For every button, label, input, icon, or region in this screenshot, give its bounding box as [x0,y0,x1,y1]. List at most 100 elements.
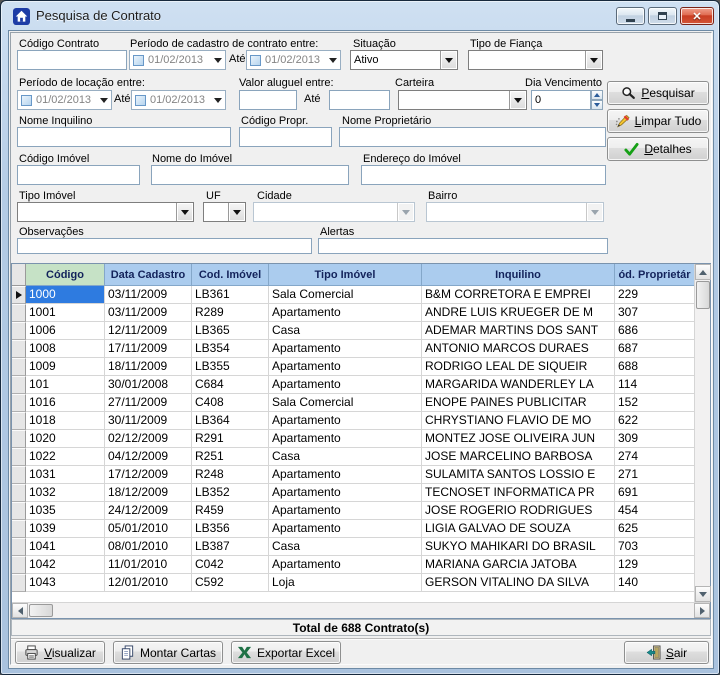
grid-cell[interactable]: C042 [192,556,269,574]
grid-cell[interactable]: Apartamento [269,376,422,394]
grid-row[interactable]: 102204/12/2009R251CasaJOSE MARCELINO BAR… [12,448,694,466]
endereco-imovel-input[interactable] [361,165,606,185]
grid-cell[interactable]: 27/11/2009 [105,394,192,412]
grid-cell[interactable]: 1009 [26,358,105,376]
grid-cell[interactable]: 05/01/2010 [105,520,192,538]
valor-aluguel-from-input[interactable] [239,90,297,110]
sair-button[interactable]: Sair [624,641,709,664]
date-checkbox-icon[interactable] [21,95,32,106]
grid-row[interactable]: 100612/11/2009LB365CasaADEMAR MARTINS DO… [12,322,694,340]
grid-cell[interactable]: TECNOSET INFORMATICA PR [422,484,615,502]
codigo-propr-input[interactable] [239,127,332,147]
grid-cell[interactable]: ANTONIO MARCOS DURAES [422,340,615,358]
codigo-contrato-input[interactable] [17,50,127,70]
row-indicator[interactable] [12,502,26,520]
row-indicator[interactable] [12,358,26,376]
nome-inquilino-input[interactable] [17,127,231,147]
valor-aluguel-to-input[interactable] [329,90,390,110]
montar-cartas-button[interactable]: Montar Cartas [113,641,223,664]
grid-cell[interactable]: 30/01/2008 [105,376,192,394]
grid-cell[interactable]: GERSON VITALINO DA SILVA [422,574,615,592]
chevron-down-icon[interactable] [100,98,108,103]
scroll-up-button[interactable] [695,264,711,280]
grid-cell[interactable]: LB365 [192,322,269,340]
grid-cell[interactable]: R459 [192,502,269,520]
grid-cell[interactable]: 24/12/2009 [105,502,192,520]
grid-cell[interactable]: LIGIA GALVAO DE SOUZA [422,520,615,538]
grid-cell[interactable]: 152 [615,394,694,412]
minimize-button[interactable] [616,7,645,25]
grid-row[interactable]: 100817/11/2009LB354ApartamentoANTONIO MA… [12,340,694,358]
grid-cell[interactable]: 101 [26,376,105,394]
grid-cell[interactable]: 1035 [26,502,105,520]
grid-cell[interactable]: Apartamento [269,430,422,448]
grid-row[interactable]: 103117/12/2009R248ApartamentoSULAMITA SA… [12,466,694,484]
selected-row-indicator[interactable] [12,286,26,304]
grid-row[interactable]: 104108/01/2010LB387CasaSUKYO MAHIKARI DO… [12,538,694,556]
grid-cell[interactable]: 12/11/2009 [105,322,192,340]
grid-cell[interactable]: 271 [615,466,694,484]
visualizar-button[interactable]: Visualizar [15,641,105,664]
grid-cell[interactable]: 688 [615,358,694,376]
grid-cell[interactable]: 140 [615,574,694,592]
row-indicator[interactable] [12,466,26,484]
grid-cell[interactable]: Apartamento [269,340,422,358]
observacoes-input[interactable] [17,238,312,254]
column-header-inquilino[interactable]: Inquilino [422,264,615,286]
exportar-excel-button[interactable]: Exportar Excel [231,641,341,664]
grid-row[interactable]: 100918/11/2009LB355ApartamentoRODRIGO LE… [12,358,694,376]
tipo-imovel-select[interactable] [17,202,194,222]
row-indicator[interactable] [12,556,26,574]
grid-cell[interactable]: 08/01/2010 [105,538,192,556]
grid-cell[interactable]: LB361 [192,286,269,304]
alertas-input[interactable] [318,238,608,254]
row-indicator[interactable] [12,394,26,412]
nome-imovel-input[interactable] [151,165,349,185]
situacao-select[interactable]: Ativo [350,50,458,70]
horizontal-scrollbar[interactable] [12,602,710,618]
dia-vencimento-stepper[interactable] [591,90,603,110]
grid-cell[interactable]: 03/11/2009 [105,286,192,304]
spinner-up-icon[interactable] [591,90,603,100]
grid-cell[interactable]: LB352 [192,484,269,502]
grid-cell[interactable]: C592 [192,574,269,592]
row-indicator[interactable] [12,484,26,502]
grid-cell[interactable]: Apartamento [269,484,422,502]
chevron-down-icon[interactable] [214,98,222,103]
grid-cell[interactable]: Apartamento [269,358,422,376]
pesquisar-button[interactable]: Pesquisar [607,81,709,105]
grid-cell[interactable]: JOSE ROGERIO RODRIGUES [422,502,615,520]
chevron-down-icon[interactable] [440,51,457,69]
uf-select[interactable] [203,202,246,222]
grid-cell[interactable]: 691 [615,484,694,502]
horizontal-scroll-thumb[interactable] [29,604,53,617]
grid-cell[interactable]: Apartamento [269,520,422,538]
grid-row[interactable]: 101830/11/2009LB364ApartamentoCHRYSTIANO… [12,412,694,430]
grid-cell[interactable]: 30/11/2009 [105,412,192,430]
spinner-down-icon[interactable] [591,100,603,110]
grid-cell[interactable]: ENOPE PAINES PUBLICITAR [422,394,615,412]
grid-cell[interactable]: MARGARIDA WANDERLEY LA [422,376,615,394]
grid-cell[interactable]: 229 [615,286,694,304]
grid-cell[interactable]: 1041 [26,538,105,556]
row-indicator[interactable] [12,304,26,322]
grid-cell[interactable]: SULAMITA SANTOS LOSSIO E [422,466,615,484]
grid-cell[interactable]: 703 [615,538,694,556]
maximize-button[interactable] [648,7,677,25]
grid-cell[interactable]: JOSE MARCELINO BARBOSA [422,448,615,466]
grid-cell[interactable]: B&M CORRETORA E EMPREI [422,286,615,304]
column-header-codigo[interactable]: Código [26,264,105,286]
grid-cell[interactable]: 1022 [26,448,105,466]
grid-cell[interactable]: 1043 [26,574,105,592]
row-indicator[interactable] [12,448,26,466]
grid-row[interactable]: 104312/01/2010C592LojaGERSON VITALINO DA… [12,574,694,592]
grid-cell[interactable]: Apartamento [269,502,422,520]
grid-cell[interactable]: 1031 [26,466,105,484]
grid-cell[interactable]: 17/12/2009 [105,466,192,484]
grid-cell[interactable]: 04/12/2009 [105,448,192,466]
column-header-cod-proprietario[interactable]: ód. Proprietár [615,264,694,286]
nome-proprietario-input[interactable] [339,127,606,147]
vertical-scrollbar[interactable] [694,264,710,602]
grid-cell[interactable]: 114 [615,376,694,394]
column-header-cod-imovel[interactable]: Cod. Imóvel [192,264,269,286]
